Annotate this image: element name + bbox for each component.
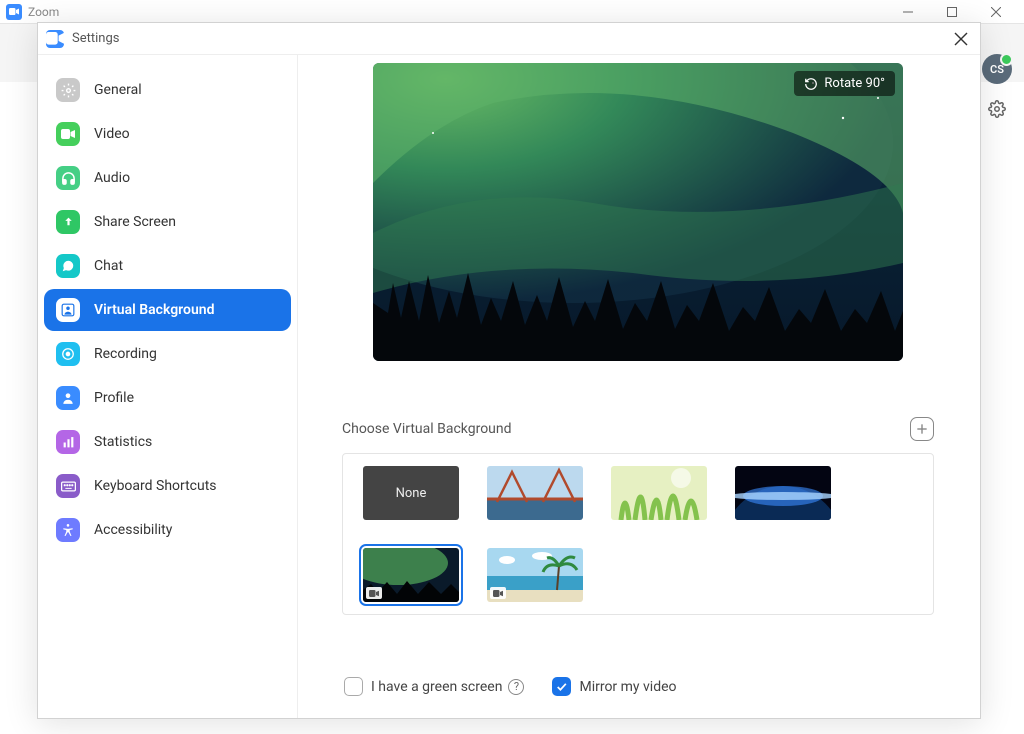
help-icon[interactable]: ? [508,679,524,695]
sidebar-item-label: Video [94,126,130,142]
window-controls [886,0,1018,24]
sidebar-item-keyboard-shortcuts[interactable]: Keyboard Shortcuts [44,465,291,507]
video-badge-icon [490,587,506,599]
chart-icon [56,430,80,454]
mirror-video-checkbox-row[interactable]: Mirror my video [552,677,676,696]
share-icon [56,210,80,234]
green-screen-checkbox-row[interactable]: I have a green screen ? [344,677,524,696]
sidebar-item-label: Keyboard Shortcuts [94,478,217,494]
settings-gear-icon[interactable] [988,100,1006,122]
main-close-button[interactable] [974,0,1018,24]
sidebar-item-general[interactable]: General [44,69,291,111]
sidebar-item-label: Statistics [94,434,152,450]
person-box-icon [56,298,80,322]
accessibility-icon [56,518,80,542]
video-preview: Rotate 90° [373,63,903,361]
settings-title: Settings [72,31,119,46]
sidebar-item-accessibility[interactable]: Accessibility [44,509,291,551]
rotate-label: Rotate 90° [824,76,885,91]
sidebar-item-statistics[interactable]: Statistics [44,421,291,463]
sidebar-item-profile[interactable]: Profile [44,377,291,419]
sidebar-item-chat[interactable]: Chat [44,245,291,287]
sidebar-item-label: Share Screen [94,214,176,230]
chat-icon [56,254,80,278]
green-screen-label: I have a green screen [371,679,502,695]
keyboard-icon [56,474,80,498]
sidebar-item-audio[interactable]: Audio [44,157,291,199]
plus-icon [915,422,929,436]
video-icon [56,122,80,146]
settings-close-button[interactable] [950,28,972,50]
mirror-video-label: Mirror my video [579,679,676,695]
record-icon [56,342,80,366]
background-thumb-none[interactable]: None [363,466,459,520]
background-thumb-grass[interactable] [611,466,707,520]
gear-icon [56,78,80,102]
app-name: Zoom [28,5,59,19]
minimize-button[interactable] [886,0,930,24]
sidebar-item-label: Virtual Background [94,302,214,318]
sidebar-item-label: Recording [94,346,157,362]
sidebar-item-share-screen[interactable]: Share Screen [44,201,291,243]
settings-window: Settings General Video Audio Share Scree… [37,22,981,719]
sidebar-item-virtual-background[interactable]: Virtual Background [44,289,291,331]
sidebar-item-recording[interactable]: Recording [44,333,291,375]
mirror-video-checkbox[interactable] [552,677,571,696]
background-thumb-aurora[interactable] [363,548,459,602]
sidebar-item-label: Chat [94,258,123,274]
settings-content: Rotate 90° Choose Virtual Background Non… [298,55,980,718]
background-thumb-bridge[interactable] [487,466,583,520]
maximize-button[interactable] [930,0,974,24]
sidebar-item-video[interactable]: Video [44,113,291,155]
check-icon [555,680,568,693]
sidebar-item-label: Accessibility [94,522,172,538]
background-thumb-earth[interactable] [735,466,831,520]
rotate-icon [804,77,818,91]
headphones-icon [56,166,80,190]
green-screen-checkbox[interactable] [344,677,363,696]
thumb-none-label: None [396,486,427,501]
user-avatar[interactable]: CS [982,54,1012,84]
video-badge-icon [366,587,382,599]
zoom-logo-icon [46,30,64,48]
rotate-button[interactable]: Rotate 90° [794,71,895,96]
backgrounds-container: None [342,453,934,615]
user-icon [56,386,80,410]
sidebar-item-label: Profile [94,390,134,406]
background-thumb-beach[interactable] [487,548,583,602]
settings-titlebar: Settings [38,23,980,55]
sidebar-item-label: Audio [94,170,130,186]
sidebar-item-label: General [94,82,142,98]
settings-sidebar: General Video Audio Share Screen Chat Vi… [38,55,298,718]
main-titlebar: Zoom [0,0,1024,24]
zoom-logo-icon [6,4,22,20]
add-background-button[interactable] [910,417,934,441]
choose-background-title: Choose Virtual Background [342,421,512,437]
